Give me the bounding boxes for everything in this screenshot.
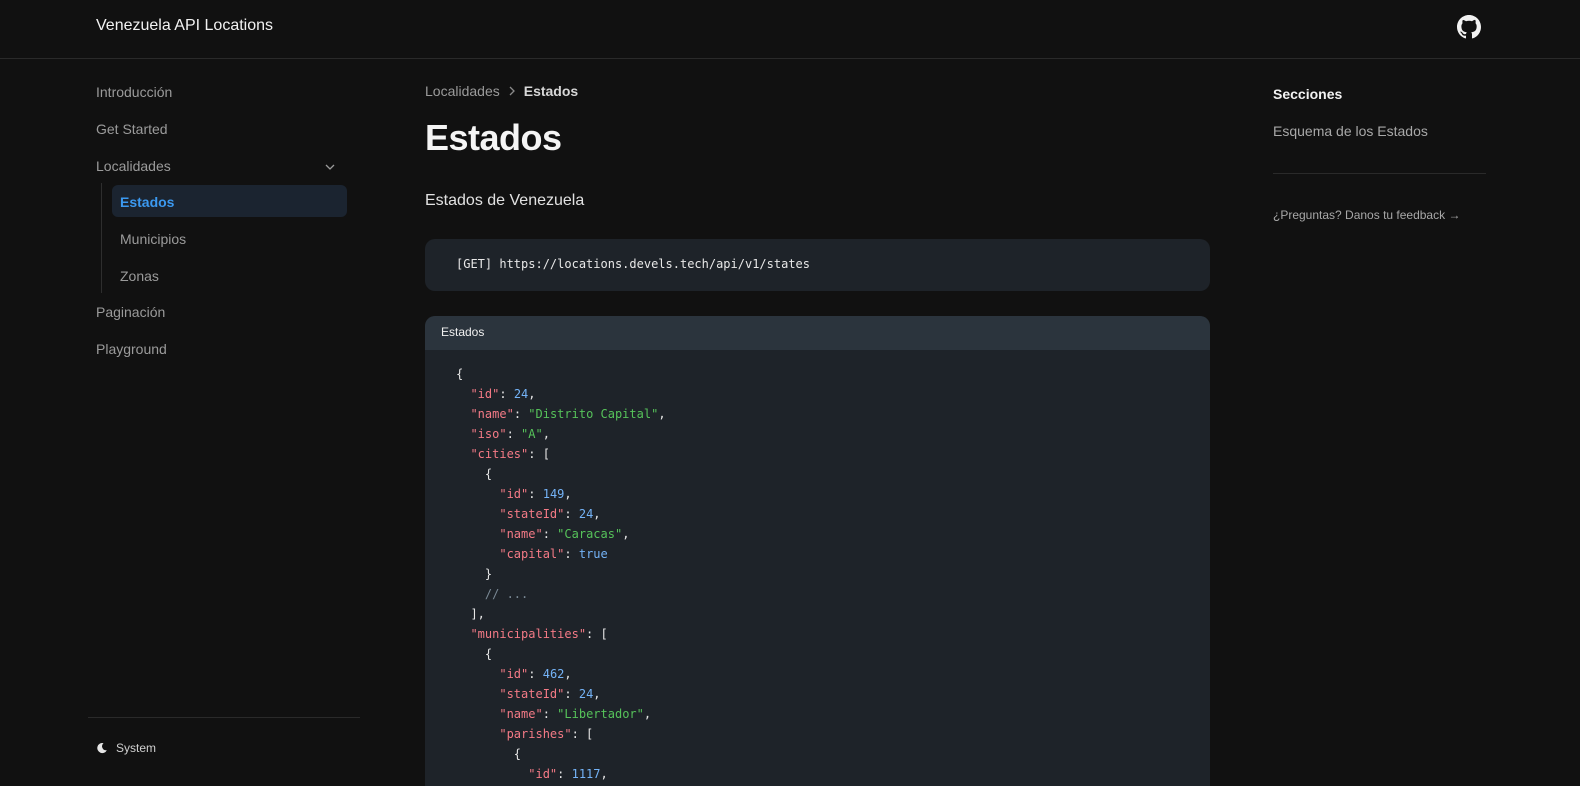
moon-icon [97, 743, 107, 754]
breadcrumb-parent[interactable]: Localidades [425, 83, 500, 99]
sidebar: Introducción Get Started Localidades Est… [88, 59, 360, 774]
breadcrumb: Localidades Estados [425, 83, 578, 99]
theme-toggle[interactable]: System [96, 741, 156, 755]
sidebar-item-zonas[interactable]: Zonas [120, 268, 159, 284]
page-lead: Estados de Venezuela [425, 192, 585, 209]
code-block: Estados { "id": 24, "name": "Distrito Ca… [425, 316, 1210, 786]
sidebar-item-playground[interactable]: Playground [96, 341, 167, 357]
code-json: { "id": 24, "name": "Distrito Capital", … [456, 367, 666, 781]
toc-divider [1273, 173, 1486, 174]
chevron-down-icon[interactable] [324, 161, 336, 173]
chevron-right-icon [509, 86, 515, 96]
sidebar-item-get-started[interactable]: Get Started [96, 121, 168, 137]
toc-title: Secciones [1273, 86, 1343, 102]
sidebar-item-introduccion[interactable]: Introducción [96, 84, 172, 100]
sidebar-divider [88, 717, 360, 718]
top-bar: Venezuela API Locations [0, 0, 1580, 59]
github-icon[interactable] [1457, 15, 1481, 39]
endpoint-code: [GET] https://locations.devels.tech/api/… [425, 239, 1210, 291]
sidebar-item-paginacion[interactable]: Paginación [96, 304, 165, 320]
subtree-line [101, 183, 102, 293]
sidebar-item-localidades[interactable]: Localidades [96, 158, 171, 174]
sidebar-item-municipios[interactable]: Municipios [120, 231, 186, 247]
feedback-link[interactable]: ¿Preguntas? Danos tu feedback → [1273, 208, 1460, 222]
toc-link-esquema[interactable]: Esquema de los Estados [1273, 123, 1428, 139]
breadcrumb-current: Estados [523, 83, 579, 99]
sidebar-item-estados[interactable]: Estados [120, 194, 174, 210]
theme-label: System [116, 741, 157, 755]
code-block-title: Estados [425, 316, 1210, 350]
site-title[interactable]: Venezuela API Locations [96, 17, 273, 35]
page-title: Estados [425, 117, 562, 158]
